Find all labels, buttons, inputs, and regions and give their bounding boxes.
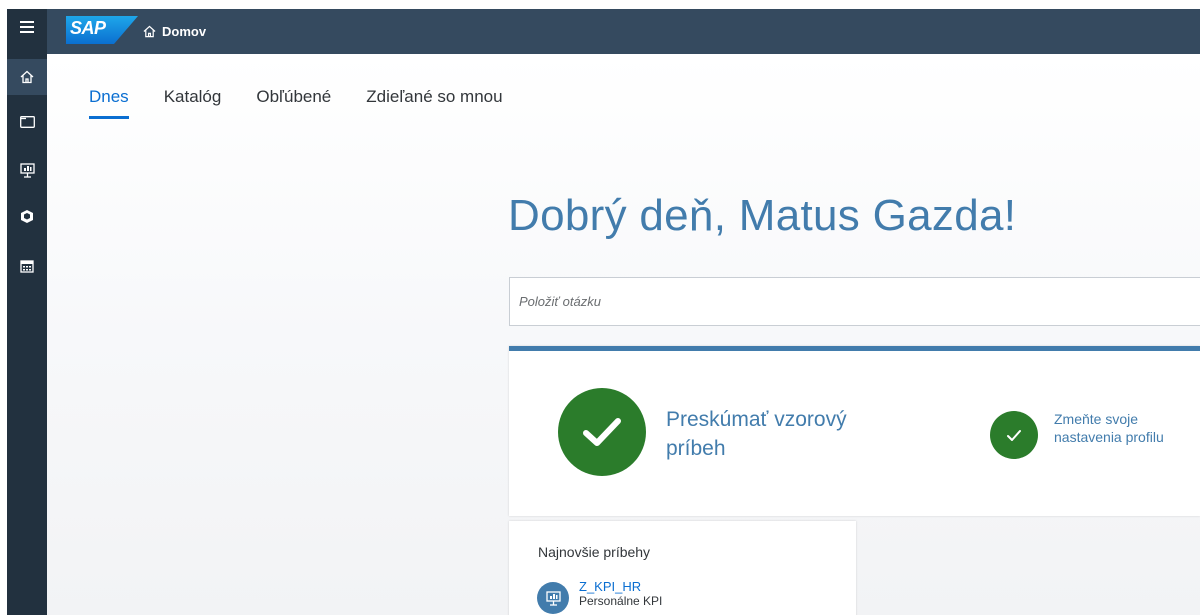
menu-icon [20,21,34,33]
tab-catalog[interactable]: Katalóg [164,87,222,119]
explore-sample-story-button[interactable] [558,388,646,476]
home-breadcrumb[interactable]: Domov [143,9,206,54]
story-text: Z_KPI_HR Personálne KPI [579,580,663,609]
rail-item-files[interactable] [7,103,47,139]
change-profile-settings-button[interactable] [990,411,1038,459]
story-name[interactable]: Z_KPI_HR [579,580,662,594]
list-item[interactable]: Z_KPI_HR Personálne KPI [537,580,662,614]
presentation-icon [19,162,35,178]
greeting-title: Dobrý deň, Matus Gazda! [508,191,1017,240]
tab-shared-with-me[interactable]: Zdieľané so mnou [366,87,502,119]
menu-button[interactable] [7,9,47,45]
tab-favorites[interactable]: Obľúbené [256,87,331,119]
rail-item-stories[interactable] [7,152,47,188]
home-label: Domov [162,24,207,39]
checkmark-icon [1007,429,1021,441]
change-profile-settings-link[interactable]: Zmeňte svoje nastavenia profilu [1054,410,1174,446]
getting-started-card: Preskúmať vzorový príbeh Zmeňte svoje na… [509,346,1200,516]
rail-item-models[interactable] [7,198,47,234]
cube-icon [21,209,33,223]
home-content: Dnes Katalóg Obľúbené Zdieľané so mnou D… [47,54,1200,615]
folder-icon [19,115,35,128]
home-icon [143,25,156,38]
sap-logo-text: SAP [70,18,106,38]
explore-sample-story-link[interactable]: Preskúmať vzorový príbeh [666,405,856,463]
rail-item-home[interactable] [7,59,47,95]
sap-logo[interactable]: SAP [66,12,138,48]
recent-stories-card: Najnovšie príbehy Z_KPI_HR Personálne KP… [509,521,856,615]
checkmark-icon [583,418,621,446]
rail-item-calendar[interactable] [7,248,47,284]
calendar-icon [20,260,34,273]
story-icon [537,582,569,614]
left-edge [0,0,7,615]
home-icon [20,70,34,84]
ask-question-input[interactable] [509,277,1200,326]
home-tabs: Dnes Katalóg Obľúbené Zdieľané so mnou [89,87,503,119]
shell-header: SAP Domov [47,9,1200,54]
top-edge [0,0,1200,9]
side-navigation-rail [7,9,47,615]
tab-today[interactable]: Dnes [89,87,129,119]
recent-stories-title: Najnovšie príbehy [538,544,651,560]
story-description: Personálne KPI [579,594,663,608]
